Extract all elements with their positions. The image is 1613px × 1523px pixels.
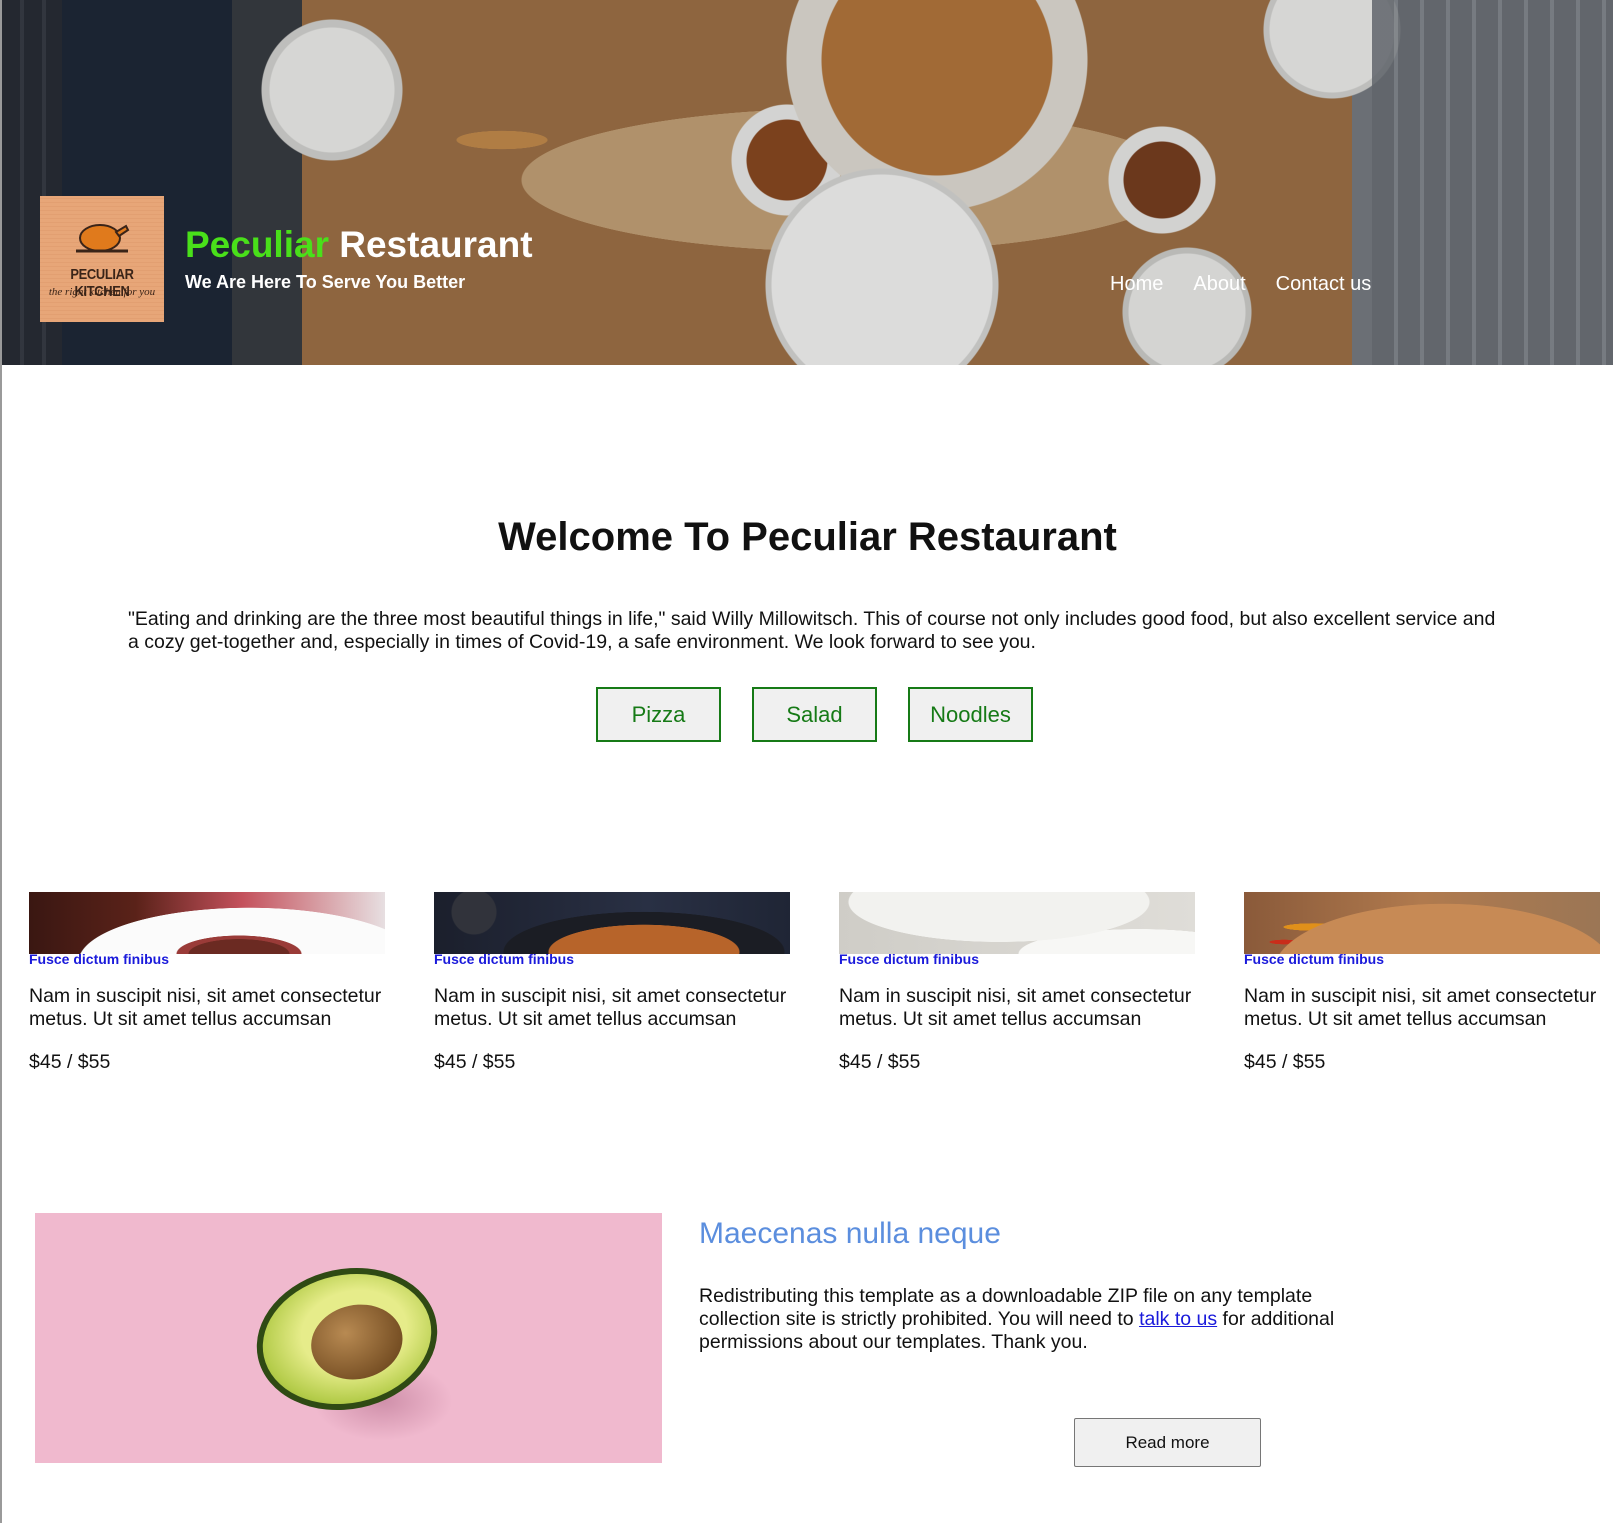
- avocado-photo: [35, 1213, 662, 1463]
- logo-tagline: the right kitchen for you: [48, 286, 156, 298]
- card-description: Nam in suscipit nisi, sit amet consectet…: [434, 985, 787, 1030]
- site-title-main: Restaurant: [328, 224, 533, 265]
- card-description: Nam in suscipit nisi, sit amet consectet…: [839, 985, 1192, 1030]
- card-kicker: Fusce dictum finibus: [434, 951, 575, 967]
- welcome-title: Welcome To Peculiar Restaurant: [498, 515, 1117, 559]
- card-kicker: Fusce dictum finibus: [839, 951, 980, 967]
- vegetables-photo[interactable]: [1244, 892, 1600, 954]
- nav-contact-link[interactable]: Contact us: [1276, 272, 1372, 296]
- site-title: Peculiar Restaurant: [185, 226, 533, 263]
- card-description: Nam in suscipit nisi, sit amet consectet…: [1244, 985, 1597, 1030]
- hero-overlay: [2, 0, 1613, 365]
- card-price: $45 / $55: [434, 1051, 516, 1073]
- menu-card: Fusce dictum finibus Nam in suscipit nis…: [434, 892, 790, 1074]
- card-price: $45 / $55: [29, 1051, 111, 1073]
- noodles-button[interactable]: Noodles: [908, 687, 1033, 742]
- steak-photo[interactable]: [29, 892, 385, 954]
- site-tagline: We Are Here To Serve You Better: [185, 272, 466, 292]
- card-kicker: Fusce dictum finibus: [29, 951, 170, 967]
- feature-title: Maecenas nulla neque: [699, 1217, 1001, 1250]
- site-logo[interactable]: PECULIAR KITCHEN the right kitchen for y…: [40, 196, 164, 322]
- pizza-button[interactable]: Pizza: [596, 687, 721, 742]
- welcome-text: "Eating and drinking are the three most …: [128, 608, 1496, 653]
- nav-home-link[interactable]: Home: [1110, 272, 1163, 296]
- salad-photo[interactable]: [839, 892, 1195, 954]
- card-kicker: Fusce dictum finibus: [1244, 951, 1385, 967]
- read-more-button[interactable]: Read more: [1074, 1418, 1261, 1467]
- site-title-accent: Peculiar: [185, 224, 329, 265]
- feature-text: Redistributing this template as a downlo…: [699, 1285, 1379, 1354]
- card-description: Nam in suscipit nisi, sit amet consectet…: [29, 985, 382, 1030]
- avocado-pit: [304, 1296, 410, 1388]
- card-price: $45 / $55: [1244, 1051, 1326, 1073]
- salad-button[interactable]: Salad: [752, 687, 877, 742]
- main-nav: Home About Contact us: [1110, 272, 1401, 296]
- roast-chicken-icon: [76, 224, 130, 253]
- hero-header: PECULIAR KITCHEN the right kitchen for y…: [2, 0, 1613, 365]
- menu-card: Fusce dictum finibus Nam in suscipit nis…: [1244, 892, 1600, 1074]
- category-buttons: Pizza Salad Noodles: [596, 687, 1033, 742]
- noodle-pan-photo[interactable]: [434, 892, 790, 954]
- talk-to-us-link[interactable]: talk to us: [1139, 1308, 1217, 1330]
- nav-about-link[interactable]: About: [1193, 272, 1245, 296]
- menu-card: Fusce dictum finibus Nam in suscipit nis…: [29, 892, 385, 1074]
- card-price: $45 / $55: [839, 1051, 921, 1073]
- menu-card: Fusce dictum finibus Nam in suscipit nis…: [839, 892, 1195, 1074]
- menu-cards: Fusce dictum finibus Nam in suscipit nis…: [29, 892, 1604, 1122]
